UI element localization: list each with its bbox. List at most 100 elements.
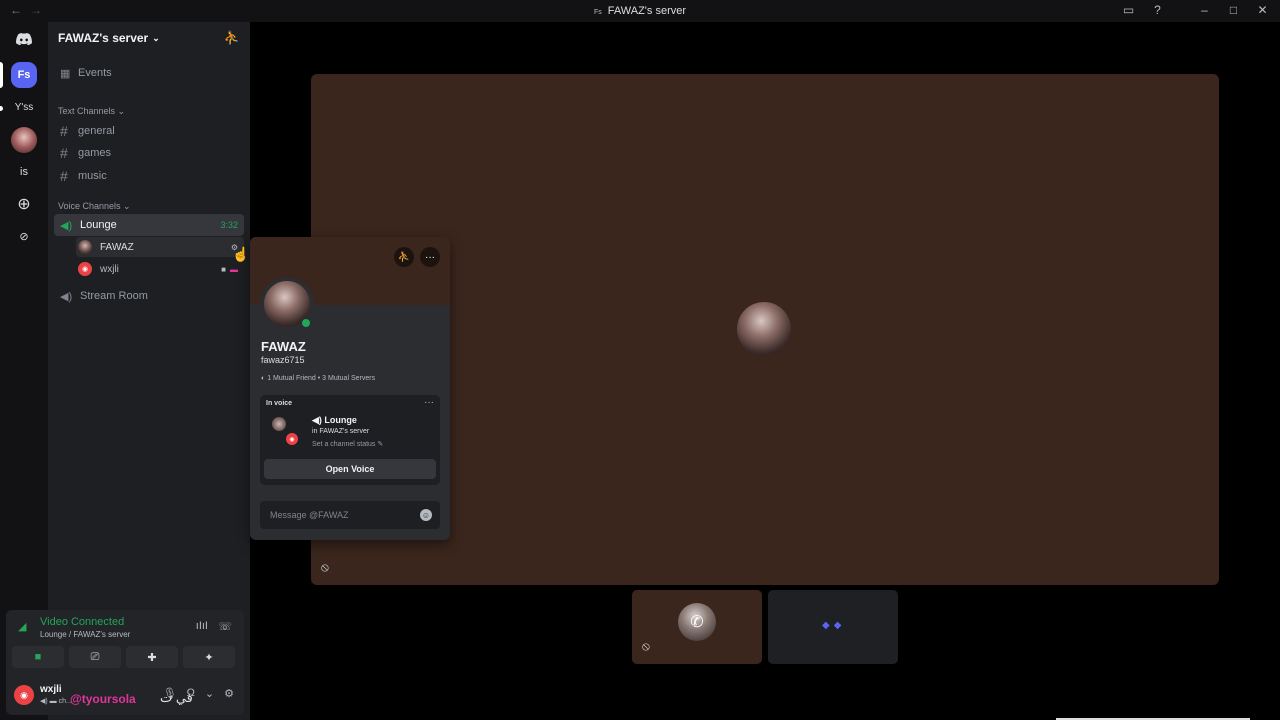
unread-pill	[0, 106, 3, 111]
channel-label: general	[78, 125, 115, 137]
noise-suppression-icon[interactable]: ıIıI	[196, 620, 208, 632]
user-status: ◀) ▬ ch...	[40, 698, 72, 705]
online-status-indicator	[300, 317, 312, 329]
voice-user-fawaz[interactable]: FAWAZ ⚙	[76, 237, 244, 257]
voice-channel-stream-room[interactable]: ◀) Stream Room	[54, 285, 244, 307]
help-icon[interactable]: ?	[1150, 3, 1165, 18]
selected-pill	[0, 62, 3, 88]
call-icon: ✆	[678, 603, 716, 641]
server-badge: Fs	[593, 9, 602, 16]
open-voice-button[interactable]: Open Voice	[264, 459, 436, 479]
channel-label: music	[78, 170, 107, 182]
hash-icon: #	[60, 145, 68, 161]
user-name[interactable]: wxjli	[40, 684, 62, 695]
hash-icon: #	[60, 168, 68, 184]
maximize-icon[interactable]: □	[1226, 3, 1241, 18]
participant-thumbnail[interactable]: ✆ ⦸	[632, 590, 762, 664]
loading-spinner-icon: ◆◆	[822, 620, 846, 631]
voice-location[interactable]: Lounge / FAWAZ's server	[40, 630, 130, 639]
lounge-label: Lounge	[80, 219, 117, 231]
voice-timer: 3:32	[220, 220, 238, 230]
profile-username: fawaz6715	[261, 355, 305, 365]
speaker-icon: ◀)	[60, 219, 73, 232]
video-camera-icon: ■	[221, 264, 226, 274]
speaker-icon: ◀)	[60, 290, 73, 303]
more-options-icon[interactable]: ···	[420, 247, 440, 267]
gear-icon[interactable]: ⚙	[224, 687, 234, 700]
activities-icon: ✚	[147, 651, 157, 664]
voice-channel-name: ◀) Lounge	[312, 415, 357, 426]
message-input[interactable]	[270, 507, 410, 523]
guild-fs[interactable]: Fs	[11, 62, 37, 88]
window-title: Fs FAWAZ's server	[0, 5, 1280, 17]
home-discord-icon[interactable]	[11, 26, 37, 52]
user-profile-popout: ⛹ ··· FAWAZ fawaz6715 ◐ 1 Mutual Friend …	[250, 237, 450, 540]
add-friend-icon[interactable]: ⛹	[394, 247, 414, 267]
guild-is-label: is	[20, 166, 28, 178]
category-voice-label: Voice Channels	[58, 201, 121, 211]
stream-room-label: Stream Room	[80, 290, 148, 302]
channel-general[interactable]: # general	[54, 120, 244, 142]
channel-games[interactable]: # games	[54, 142, 244, 164]
disconnect-icon[interactable]: ☏	[218, 620, 232, 633]
title-bar: ← → Fs FAWAZ's server ▭ ? – □ ✕	[0, 0, 1280, 22]
voice-channel-lounge[interactable]: ◀) Lounge 3:32	[54, 214, 244, 236]
message-box: ☺	[260, 501, 440, 529]
screen-share-icon: ⎚	[90, 650, 100, 663]
in-voice-label: In voice	[266, 400, 293, 407]
muted-icon: ⦸	[642, 639, 650, 653]
server-name: FAWAZ's server	[58, 31, 149, 45]
mouse-cursor-icon: ☝	[232, 246, 250, 262]
server-header[interactable]: FAWAZ's server ⌄ ⛹	[48, 22, 250, 54]
avatar	[78, 240, 92, 254]
voice-server-name: in FAWAZ's server	[312, 428, 370, 435]
watermark-text: @tyoursola	[70, 692, 136, 706]
channel-label: games	[78, 147, 112, 159]
channel-events-label: Events	[78, 67, 112, 79]
channel-music[interactable]: # music	[54, 165, 244, 187]
guild-yss[interactable]: Y'ss	[11, 94, 37, 120]
avatar[interactable]: ◉	[14, 685, 34, 705]
activity-icon: ▬	[230, 264, 238, 274]
channel-status-text: Set a channel status	[312, 441, 376, 448]
category-text-channels[interactable]: Text Channels ⌄	[58, 106, 125, 117]
overlay-arabic-text: في ت	[160, 690, 193, 705]
calendar-icon: ▦	[60, 67, 71, 80]
activities-button[interactable]: ✚	[126, 646, 178, 668]
more-options-icon[interactable]: ···	[424, 397, 434, 408]
mutual-info[interactable]: ◐ 1 Mutual Friend • 3 Mutual Servers	[261, 375, 375, 382]
signal-icon[interactable]: ◢	[18, 620, 26, 633]
invite-people-icon[interactable]: ⛹	[224, 30, 240, 46]
muted-icon: ⦸	[321, 560, 329, 574]
minimize-icon[interactable]: –	[1197, 3, 1212, 18]
camera-button[interactable]: ■	[12, 646, 64, 668]
video-camera-icon: ■	[34, 651, 42, 663]
voice-user-wxjli[interactable]: ◉ wxjli ■ ▬	[76, 259, 244, 279]
soundboard-button[interactable]: ✦	[183, 646, 235, 668]
in-voice-card: In voice ··· ◉ ◀) Lounge in FAWAZ's serv…	[260, 395, 440, 485]
explore-compass-icon[interactable]: ⊘	[11, 223, 37, 249]
close-icon[interactable]: ✕	[1255, 3, 1270, 18]
loading-thumbnail[interactable]: ◆◆	[768, 590, 898, 664]
speaker-icon: ◀)	[312, 415, 325, 425]
inbox-icon[interactable]: ▭	[1121, 3, 1136, 18]
soundboard-icon: ✦	[204, 651, 214, 664]
voice-status[interactable]: Video Connected	[40, 616, 124, 628]
voice-channel-label: Lounge	[324, 415, 357, 425]
guild-image-icon[interactable]	[11, 127, 37, 153]
hash-icon: #	[60, 123, 68, 139]
profile-display-name: FAWAZ	[261, 339, 306, 354]
avatar: ◉	[284, 431, 300, 447]
voice-user-name: wxjli	[100, 263, 119, 275]
share-screen-button[interactable]: ⎚	[69, 646, 121, 668]
category-text-label: Text Channels	[58, 106, 116, 116]
channel-events[interactable]: ▦ Events	[54, 62, 244, 84]
guild-is[interactable]: is	[11, 159, 37, 185]
add-server-icon[interactable]: ⊕	[11, 191, 37, 217]
emoji-icon[interactable]: ☺	[420, 509, 432, 521]
category-voice-channels[interactable]: Voice Channels ⌄	[58, 201, 131, 212]
channel-status[interactable]: Set a channel status ✎	[312, 440, 383, 448]
chevron-down-icon[interactable]: ⌄	[205, 687, 214, 700]
participant-avatar	[737, 302, 791, 356]
avatar	[272, 417, 286, 431]
